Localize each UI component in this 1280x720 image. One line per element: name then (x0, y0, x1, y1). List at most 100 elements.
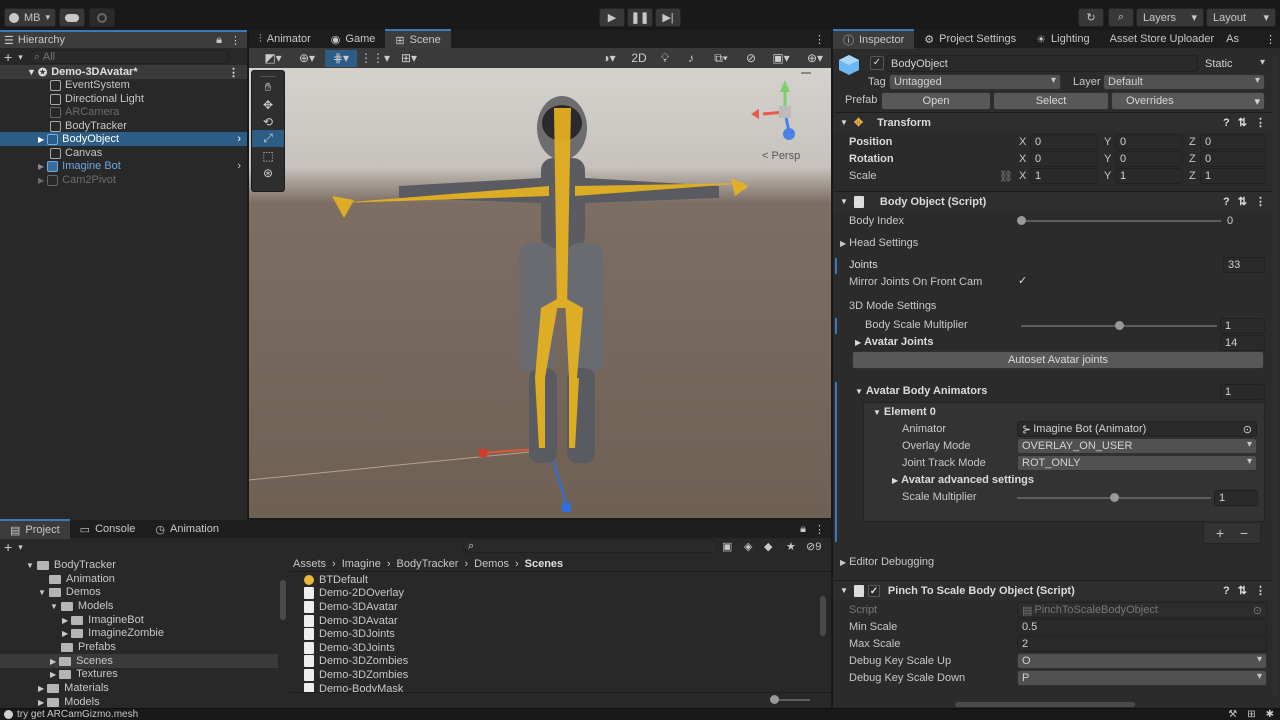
tab-project[interactable]: ▤ Project (0, 519, 70, 539)
file-item[interactable]: Demo-2DOverlay (290, 586, 537, 600)
tab-inspector[interactable]: ⓘ Inspector (833, 29, 915, 49)
rect-tool-icon[interactable]: ⬚ (252, 147, 284, 164)
debug-key-down-dropdown[interactable]: P (1017, 670, 1267, 686)
ruler-icon[interactable]: ⊞▾ (393, 50, 425, 67)
hierarchy-item[interactable]: Directional Light (0, 92, 247, 106)
scene-viewport[interactable]: ✋︎ ✥ ⟲ ⤢ ⬚ ⊛ < Persp (249, 68, 831, 518)
tree-item[interactable]: ▶ ImagineBot (0, 613, 287, 627)
tree-item[interactable]: ▼ BodyTracker (0, 558, 287, 572)
layout-dropdown[interactable]: Layout ▾ (1206, 8, 1276, 27)
body-scale-slider-knob[interactable] (1115, 321, 1124, 330)
file-item[interactable]: Demo-3DAvatar (290, 600, 537, 614)
min-scale-field[interactable]: 0.5 (1017, 619, 1267, 635)
tag-dropdown[interactable]: Untagged (889, 74, 1061, 90)
account-button[interactable]: MB ▾ (4, 8, 56, 27)
tree-scrollbar[interactable] (280, 580, 286, 620)
hierarchy-scene-root[interactable]: ▼ ✪ Demo-3DAvatar* ⋮ (0, 65, 247, 79)
search-button[interactable]: ⌕ (1108, 8, 1134, 27)
hierarchy-item[interactable]: ARCamera (0, 105, 247, 119)
breadcrumb-item-current[interactable]: Scenes (525, 558, 564, 570)
tree-item[interactable]: ▶ ImagineZombie (0, 626, 287, 640)
visibility-icon[interactable]: ⊘ (739, 50, 763, 67)
history-button[interactable]: ↻ (1078, 8, 1104, 27)
position-x-field[interactable]: 0 (1030, 134, 1098, 150)
file-item[interactable]: Demo-3DJoints (290, 627, 537, 641)
scale-z-field[interactable]: 1 (1200, 168, 1266, 184)
step-button[interactable]: ▶| (655, 8, 681, 27)
body-index-slider-track[interactable] (1021, 220, 1221, 222)
link-icon[interactable]: ⛓ (999, 170, 1013, 183)
tree-item[interactable]: ▶ Materials (0, 681, 287, 695)
file-item[interactable]: Demo-3DZombies (290, 668, 537, 682)
hierarchy-search-input[interactable]: ⌕ All (28, 50, 229, 64)
shading-icon[interactable]: ◑▾ (593, 50, 625, 67)
target-icon[interactable]: ⊙ (1243, 423, 1252, 436)
rotation-y-field[interactable]: 0 (1115, 151, 1183, 167)
file-item[interactable]: Demo-3DAvatar (290, 614, 537, 628)
avatar-body-animators-foldout[interactable]: ▼ Avatar Body Animators (855, 385, 987, 397)
gizmos-icon[interactable]: ⊕▾ (799, 50, 831, 67)
tree-item[interactable]: Prefabs (0, 640, 287, 654)
mirror-joints-checkbox[interactable]: ✓ (1018, 275, 1030, 287)
add-icon[interactable]: + (4, 49, 12, 65)
gameobject-filter-icon[interactable]: ▣ (722, 540, 732, 553)
hierarchy-item[interactable]: ▶ Cam2Pivot (0, 173, 247, 187)
prefab-overrides-dropdown[interactable]: Overrides ▾ (1111, 92, 1265, 110)
preset-icon[interactable]: ⇅ (1238, 195, 1247, 208)
hierarchy-item[interactable]: BodyTracker (0, 119, 247, 133)
layer-dropdown[interactable]: Default (1103, 74, 1265, 90)
play-button[interactable]: ▶ (599, 8, 625, 27)
move-tool-icon[interactable]: ✥ (252, 96, 284, 113)
avatar-advanced-foldout[interactable]: ▶ Avatar advanced settings (892, 474, 1034, 486)
tab-animation[interactable]: ◷ Animation (145, 519, 229, 539)
body-scale-field[interactable]: 1 (1220, 318, 1265, 334)
grid-snap-icon[interactable]: ⋕▾ (325, 49, 357, 67)
static-toggle[interactable]: Static (1201, 55, 1263, 72)
tab-overflow[interactable]: As (1224, 29, 1241, 49)
chevron-right-icon[interactable]: › (237, 160, 241, 172)
element-0-foldout[interactable]: ▼ Element 0 (873, 406, 936, 418)
preset-icon[interactable]: ⇅ (1238, 584, 1247, 597)
file-item[interactable]: BTDefault (290, 573, 537, 587)
overlay-mode-dropdown[interactable]: OVERLAY_ON_USER (1017, 438, 1257, 454)
status-message[interactable]: try get ARCamGizmo.mesh (17, 709, 138, 720)
more-icon[interactable]: ⋮ (1255, 195, 1266, 208)
perspective-label[interactable]: < Persp (762, 150, 800, 162)
label-filter-icon[interactable]: ◆ (764, 540, 772, 553)
more-icon[interactable]: ⋮ (1255, 116, 1266, 129)
transform-tool-icon[interactable]: ⊛ (252, 164, 284, 181)
tab-project-settings[interactable]: ⚙ Project Settings (914, 29, 1026, 49)
network-icon[interactable]: ⊞ (1247, 709, 1255, 720)
animators-count-field[interactable]: 1 (1220, 384, 1265, 400)
inspector-scrollbar[interactable] (1272, 56, 1278, 696)
light-icon[interactable]: 💡︎ (653, 50, 677, 67)
rotation-z-field[interactable]: 0 (1200, 151, 1266, 167)
type-filter-icon[interactable]: ◈ (744, 540, 752, 553)
effects-icon[interactable]: ⧉▾ (705, 50, 737, 67)
mode-2d-button[interactable]: 2D (627, 50, 651, 67)
head-settings-foldout[interactable]: ▶ Head Settings (840, 237, 918, 249)
favorite-icon[interactable]: ★ (786, 540, 796, 553)
tab-lighting[interactable]: ☀ Lighting (1026, 29, 1099, 49)
more-icon[interactable]: ⋮ (814, 523, 825, 536)
scale-tool-icon[interactable]: ⤢ (252, 130, 284, 147)
position-y-field[interactable]: 0 (1115, 134, 1183, 150)
icon-size-slider-knob[interactable] (770, 695, 779, 704)
add-element-button[interactable]: + (1216, 525, 1224, 541)
autoset-avatar-joints-button[interactable]: Autoset Avatar joints (852, 351, 1264, 369)
animator-object-field[interactable]: ⊱ Imagine Bot (Animator) ⊙ (1017, 421, 1257, 437)
file-item[interactable]: Demo-BodyMask (290, 682, 537, 692)
more-icon[interactable]: ⋮ (228, 66, 239, 79)
joint-track-mode-dropdown[interactable]: ROT_ONLY (1017, 455, 1257, 471)
debug-key-up-dropdown[interactable]: O (1017, 653, 1267, 669)
global-icon[interactable]: ⊕▾ (291, 50, 323, 67)
cloud-button[interactable] (59, 8, 85, 27)
tree-item[interactable]: ▶ Textures (0, 667, 287, 681)
tree-item[interactable]: ▼ Models (0, 599, 287, 613)
scale-y-field[interactable]: 1 (1115, 168, 1183, 184)
position-z-field[interactable]: 0 (1200, 134, 1266, 150)
pause-button[interactable]: ❚❚ (627, 8, 653, 27)
breadcrumb-item[interactable]: Demos (474, 558, 509, 570)
lock-icon[interactable]: 🔒︎ (800, 523, 806, 536)
pinch-header[interactable]: ▼ ✓ Pinch To Scale Body Object (Script) … (834, 580, 1274, 600)
